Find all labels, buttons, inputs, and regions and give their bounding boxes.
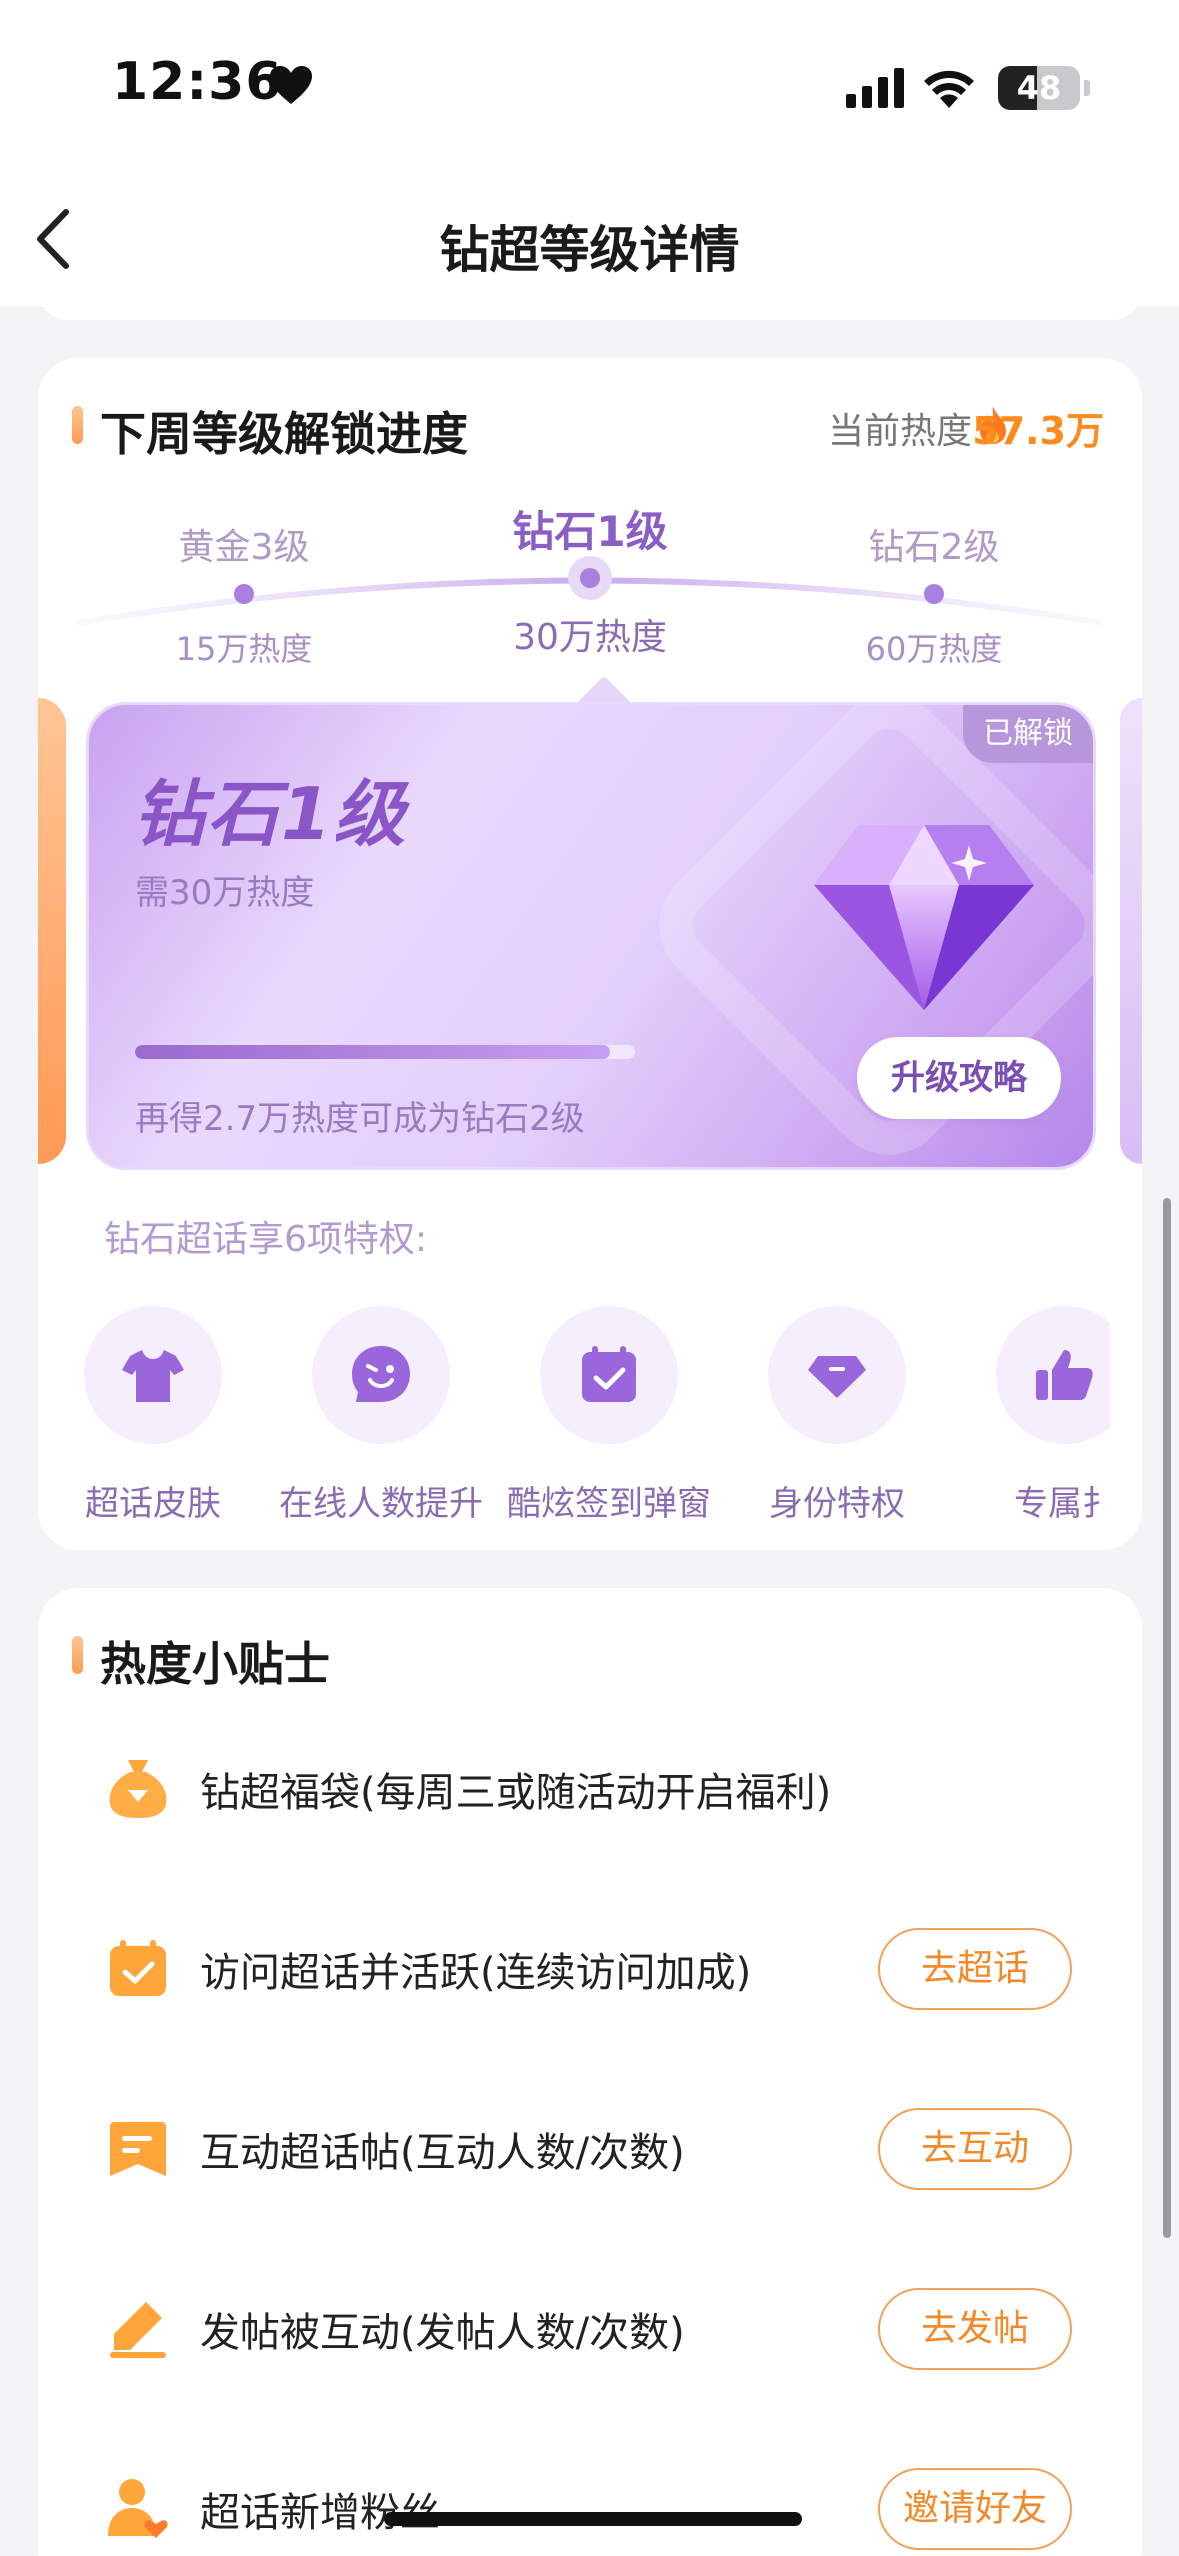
previous-card-edge bbox=[38, 290, 1142, 320]
heart-icon bbox=[270, 66, 312, 104]
perk-item[interactable]: 酷炫签到弹窗 bbox=[494, 1306, 724, 1526]
tip-text: 互动超话帖(互动人数/次数) bbox=[200, 2130, 685, 2176]
perk-label: 在线人数提升 bbox=[279, 1484, 483, 1524]
section-accent-bar bbox=[72, 406, 83, 444]
perk-label: 身份特权 bbox=[769, 1484, 905, 1524]
diamond-badge-icon bbox=[808, 1356, 866, 1398]
status-time: 12:36 bbox=[112, 52, 283, 112]
level-name-prev: 黄金3级 bbox=[178, 527, 310, 568]
level-heat-next: 60万热度 bbox=[865, 630, 1003, 668]
battery-indicator: 48 bbox=[998, 66, 1080, 110]
level-dot-next bbox=[924, 584, 944, 604]
level-heat-prev: 15万热度 bbox=[175, 630, 313, 668]
heat-tips-card: 热度小贴士 钻超福袋(每周三或随活动开启福利) 访问超话并活跃(连续访问加成) … bbox=[38, 1588, 1142, 2556]
level-name-current: 钻石1级 bbox=[512, 507, 668, 556]
perk-item[interactable]: 专属扌 bbox=[950, 1306, 1110, 1526]
current-heat-value: 57.3万 bbox=[972, 409, 1104, 453]
perks-list[interactable]: 超话皮肤 在线人数提升 酷炫签到弹窗 身份特权 专属扌 bbox=[38, 1306, 1110, 1526]
perk-icon-circle bbox=[768, 1306, 906, 1444]
perk-item[interactable]: 在线人数提升 bbox=[266, 1306, 496, 1526]
pencil-icon bbox=[110, 2302, 166, 2358]
perk-icon-circle bbox=[84, 1306, 222, 1444]
tip-text: 钻超福袋(每周三或随活动开启福利) bbox=[200, 1770, 832, 1816]
prev-level-card[interactable] bbox=[38, 698, 66, 1164]
level-progress-card: 下周等级解锁进度 当前热度 57.3万 黄金3级 15万热度 钻石1级 30万热… bbox=[38, 358, 1142, 1550]
tip-row[interactable]: 超话新增粉丝 邀请好友 bbox=[38, 2448, 1142, 2556]
calendar-check-icon bbox=[110, 1940, 166, 1996]
tip-text: 发帖被互动(发帖人数/次数) bbox=[200, 2310, 685, 2356]
perk-icon-circle bbox=[540, 1306, 678, 1444]
nav-bar: 钻超等级详情 bbox=[0, 170, 1179, 308]
scrollbar[interactable] bbox=[1163, 1198, 1171, 2238]
perk-item[interactable]: 身份特权 bbox=[722, 1306, 952, 1526]
tshirt-icon bbox=[122, 1350, 184, 1402]
perk-icon-circle bbox=[996, 1306, 1110, 1444]
level-progress-bar bbox=[135, 1045, 635, 1059]
thumbs-up-icon bbox=[1036, 1350, 1093, 1400]
user-heart-icon bbox=[108, 2479, 168, 2538]
tip-row[interactable]: 互动超话帖(互动人数/次数) 去互动 bbox=[38, 2088, 1142, 2208]
go-supertopic-button[interactable]: 去超话 bbox=[878, 1928, 1072, 2010]
signal-icon bbox=[846, 68, 904, 108]
lucky-bag-icon bbox=[109, 1760, 167, 1818]
level-dot-current bbox=[580, 568, 600, 588]
perks-title: 钻石超话享6项特权: bbox=[104, 1219, 428, 1260]
level-card-title: 钻石1级 bbox=[133, 772, 408, 856]
tip-row[interactable]: 访问超话并活跃(连续访问加成) 去超话 bbox=[38, 1908, 1142, 2028]
section-accent-bar bbox=[72, 1636, 83, 1674]
level-heat-current: 30万热度 bbox=[513, 617, 667, 658]
wifi-icon bbox=[924, 70, 974, 108]
go-interact-button[interactable]: 去互动 bbox=[878, 2108, 1072, 2190]
current-heat-label: 当前热度 bbox=[827, 411, 972, 452]
go-post-button[interactable]: 去发帖 bbox=[878, 2288, 1072, 2370]
invite-friends-button[interactable]: 邀请好友 bbox=[878, 2468, 1072, 2550]
perk-label: 专属扌 bbox=[1014, 1484, 1110, 1524]
next-level-card[interactable] bbox=[1120, 698, 1142, 1164]
tip-text: 访问超话并活跃(连续访问加成) bbox=[200, 1950, 752, 1996]
current-level-card[interactable]: 已解锁 钻石1级 需30万热度 再得2.7万热度可成为钻石2级 升级攻略 bbox=[86, 702, 1096, 1170]
battery-cap bbox=[1084, 80, 1090, 96]
perk-label: 酷炫签到弹窗 bbox=[507, 1484, 711, 1524]
perk-icon-circle bbox=[312, 1306, 450, 1444]
unlocked-badge: 已解锁 bbox=[963, 705, 1093, 763]
level-name-next: 钻石2级 bbox=[868, 527, 1000, 568]
wink-face-icon bbox=[352, 1346, 410, 1402]
battery-level: 48 bbox=[1016, 69, 1062, 107]
tip-row[interactable]: 钻超福袋(每周三或随活动开启福利) bbox=[38, 1728, 1142, 1848]
upgrade-guide-button[interactable]: 升级攻略 bbox=[857, 1037, 1061, 1119]
diamond-icon bbox=[814, 825, 1034, 1010]
perk-label: 超话皮肤 bbox=[85, 1484, 221, 1524]
page-title: 钻超等级详情 bbox=[439, 221, 740, 279]
bookmark-icon bbox=[110, 2122, 166, 2176]
level-dot-prev bbox=[234, 584, 254, 604]
level-upgrade-hint: 再得2.7万热度可成为钻石2级 bbox=[135, 1099, 585, 1139]
home-indicator[interactable] bbox=[384, 2512, 802, 2526]
tip-text: 超话新增粉丝 bbox=[200, 2490, 440, 2536]
level-track[interactable]: 黄金3级 15万热度 钻石1级 30万热度 钻石2级 60万热度 bbox=[38, 498, 1142, 668]
status-bar: 12:36 48 bbox=[0, 0, 1179, 170]
calendar-check-icon bbox=[582, 1346, 636, 1402]
section-title: 下周等级解锁进度 bbox=[100, 407, 468, 461]
perk-item[interactable]: 超话皮肤 bbox=[38, 1306, 268, 1526]
level-card-requirement: 需30万热度 bbox=[135, 873, 315, 913]
tip-row[interactable]: 发帖被互动(发帖人数/次数) 去发帖 bbox=[38, 2268, 1142, 2388]
section-title: 热度小贴士 bbox=[100, 1637, 330, 1691]
